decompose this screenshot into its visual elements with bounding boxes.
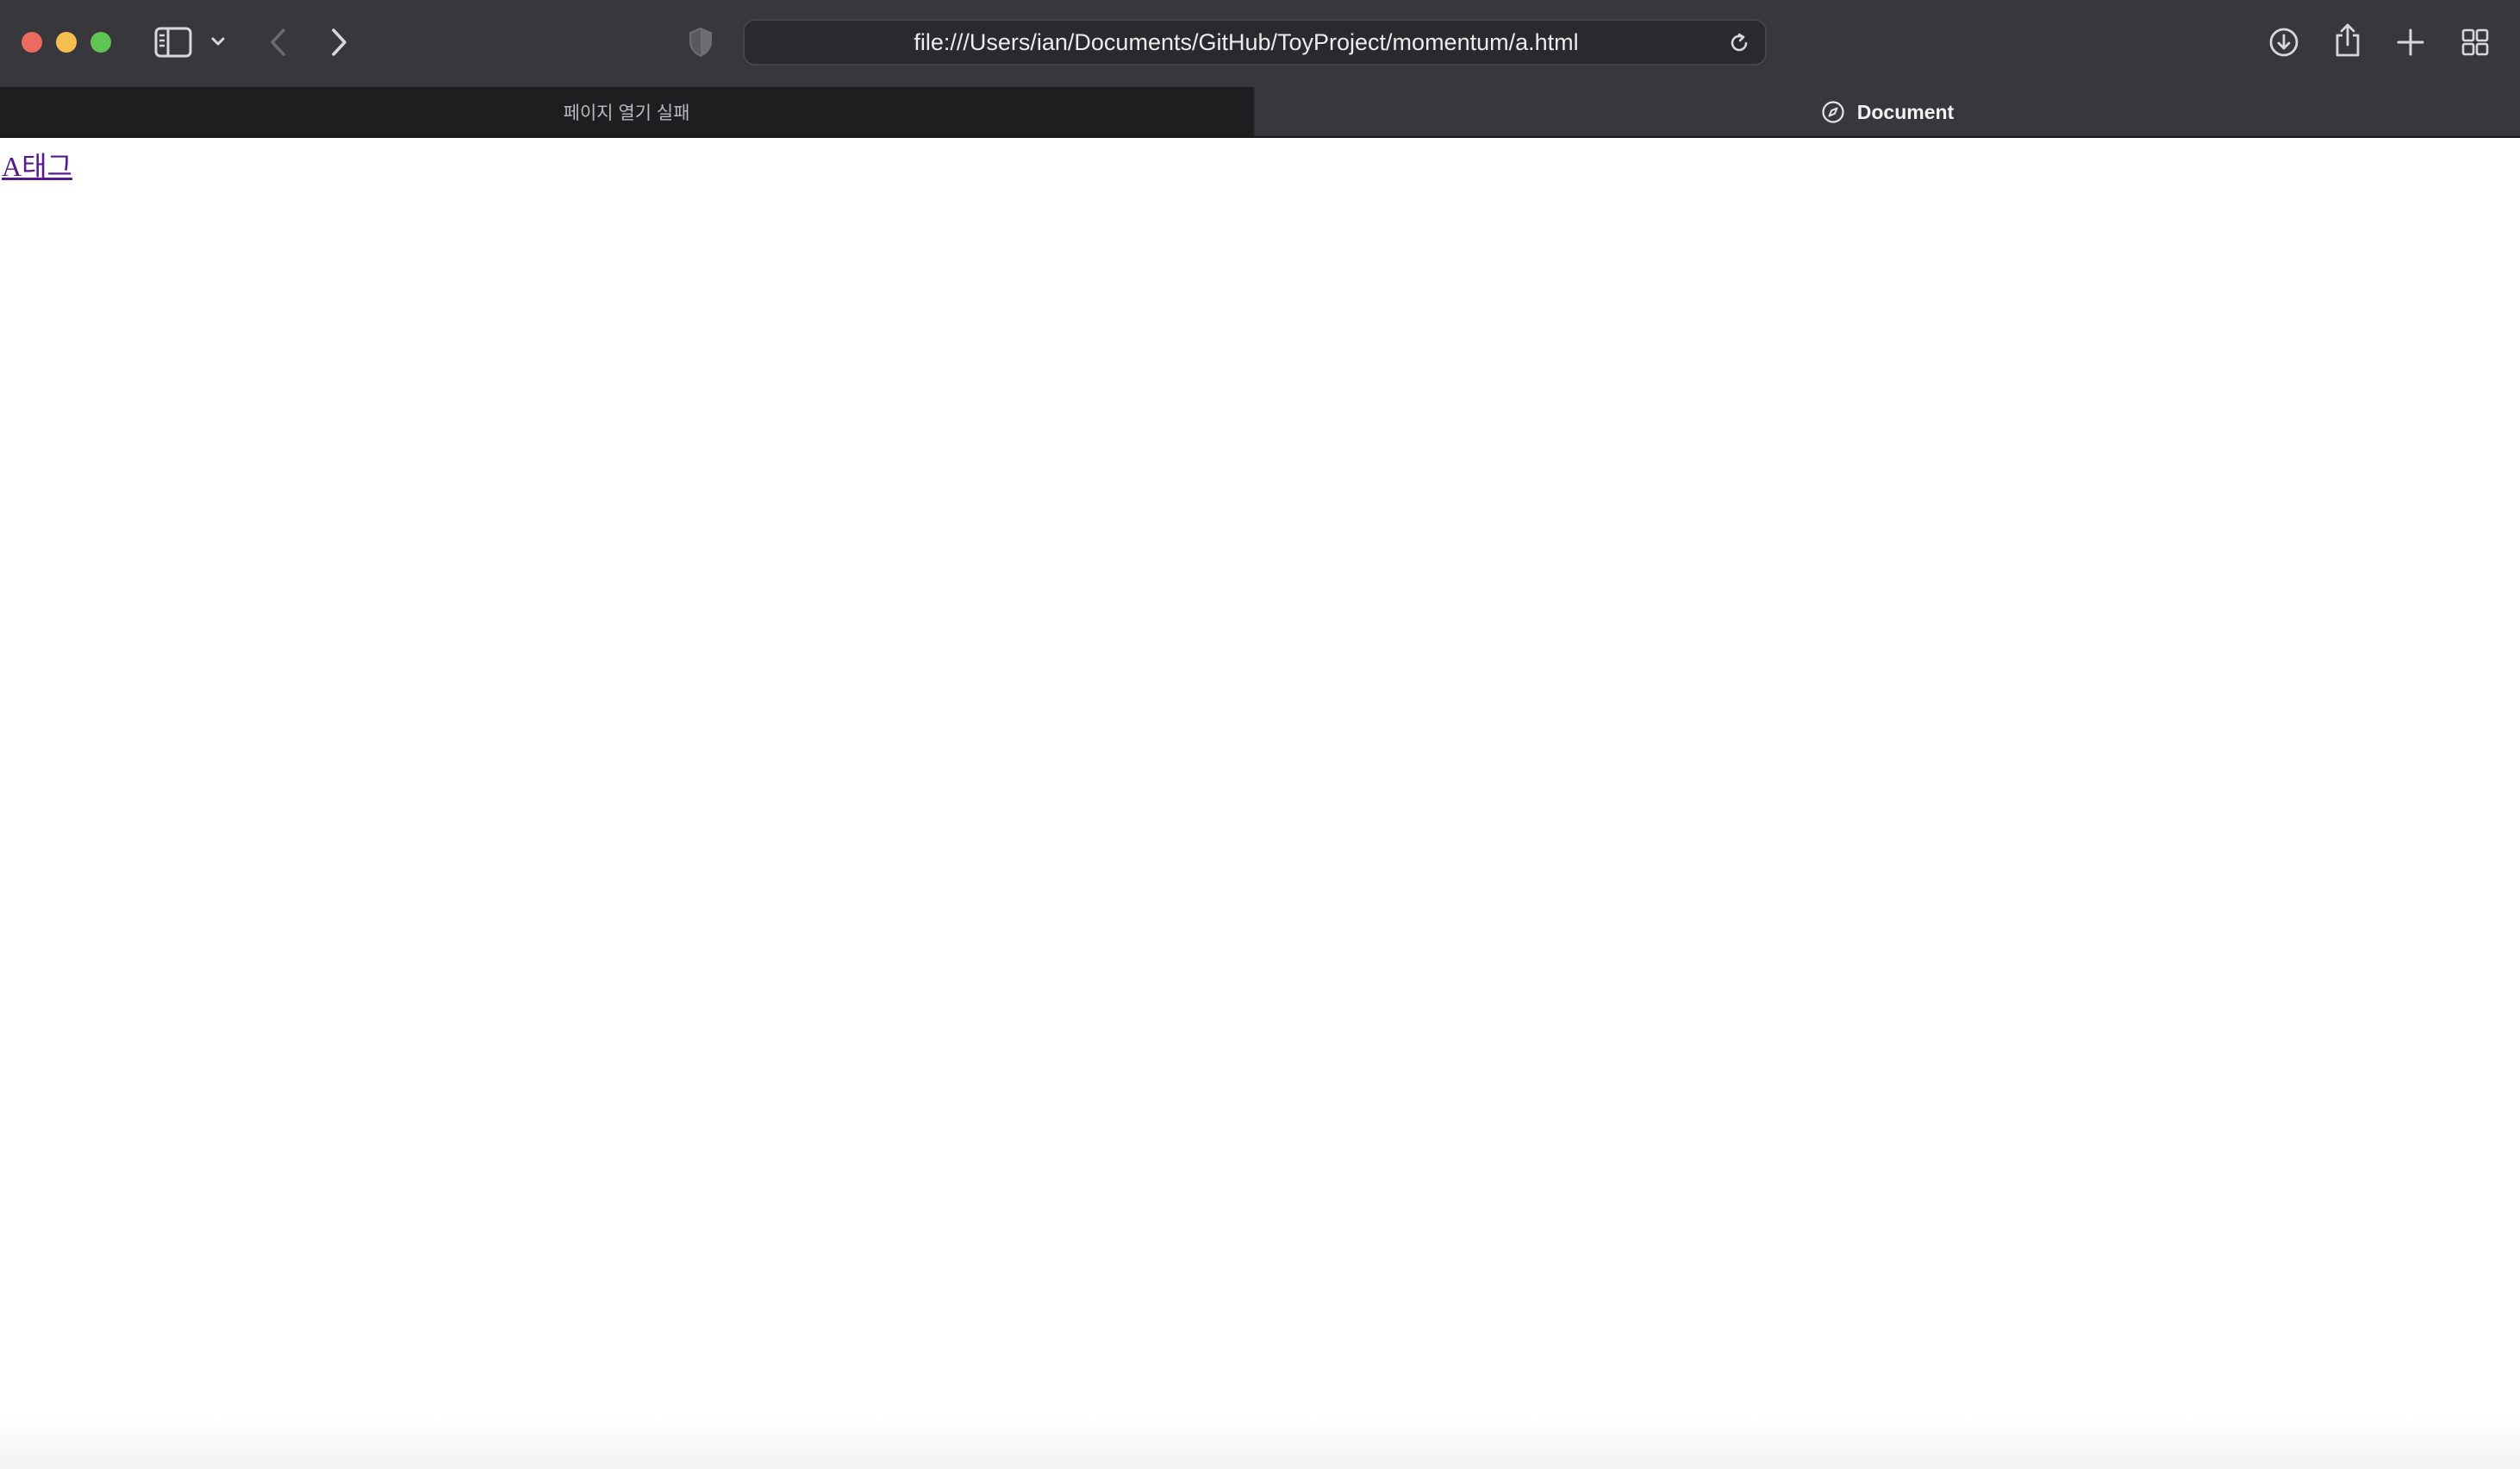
browser-window: file:///Users/ian/Documents/GitHub/ToyPr…: [0, 0, 2520, 1469]
tab-label: Document: [1856, 100, 1955, 123]
tab-label: 페이지 열기 실패: [563, 103, 690, 123]
chevron-down-icon[interactable]: [210, 34, 226, 49]
address-bar[interactable]: file:///Users/ian/Documents/GitHub/ToyPr…: [743, 19, 1767, 66]
window-bottom-shadow: [0, 1417, 2520, 1469]
grid-icon[interactable]: [2461, 28, 2490, 57]
download-icon[interactable]: [2268, 27, 2299, 58]
share-icon[interactable]: [2333, 22, 2362, 59]
reload-icon[interactable]: [1727, 31, 1751, 55]
a-tag-link[interactable]: A태그: [2, 145, 72, 184]
tab-bar: 페이지 열기 실패 Document: [0, 87, 2520, 137]
close-window-button[interactable]: [22, 32, 42, 53]
compass-icon: [1822, 101, 1844, 123]
shield-icon[interactable]: [688, 27, 714, 58]
browser-toolbar: file:///Users/ian/Documents/GitHub/ToyPr…: [0, 0, 2520, 87]
tab-document[interactable]: Document: [1253, 87, 2520, 137]
chevron-left-icon[interactable]: [267, 27, 290, 58]
zoom-window-button[interactable]: [90, 32, 111, 53]
chevron-right-icon[interactable]: [327, 27, 350, 58]
minimize-window-button[interactable]: [56, 32, 77, 53]
address-url[interactable]: file:///Users/ian/Documents/GitHub/ToyPr…: [745, 21, 1696, 64]
sidebar-icon[interactable]: [153, 26, 193, 59]
plus-icon[interactable]: [2396, 28, 2425, 57]
page-content: A태그: [0, 138, 2520, 1469]
tab-page-open-failed[interactable]: 페이지 열기 실패: [0, 87, 1253, 137]
